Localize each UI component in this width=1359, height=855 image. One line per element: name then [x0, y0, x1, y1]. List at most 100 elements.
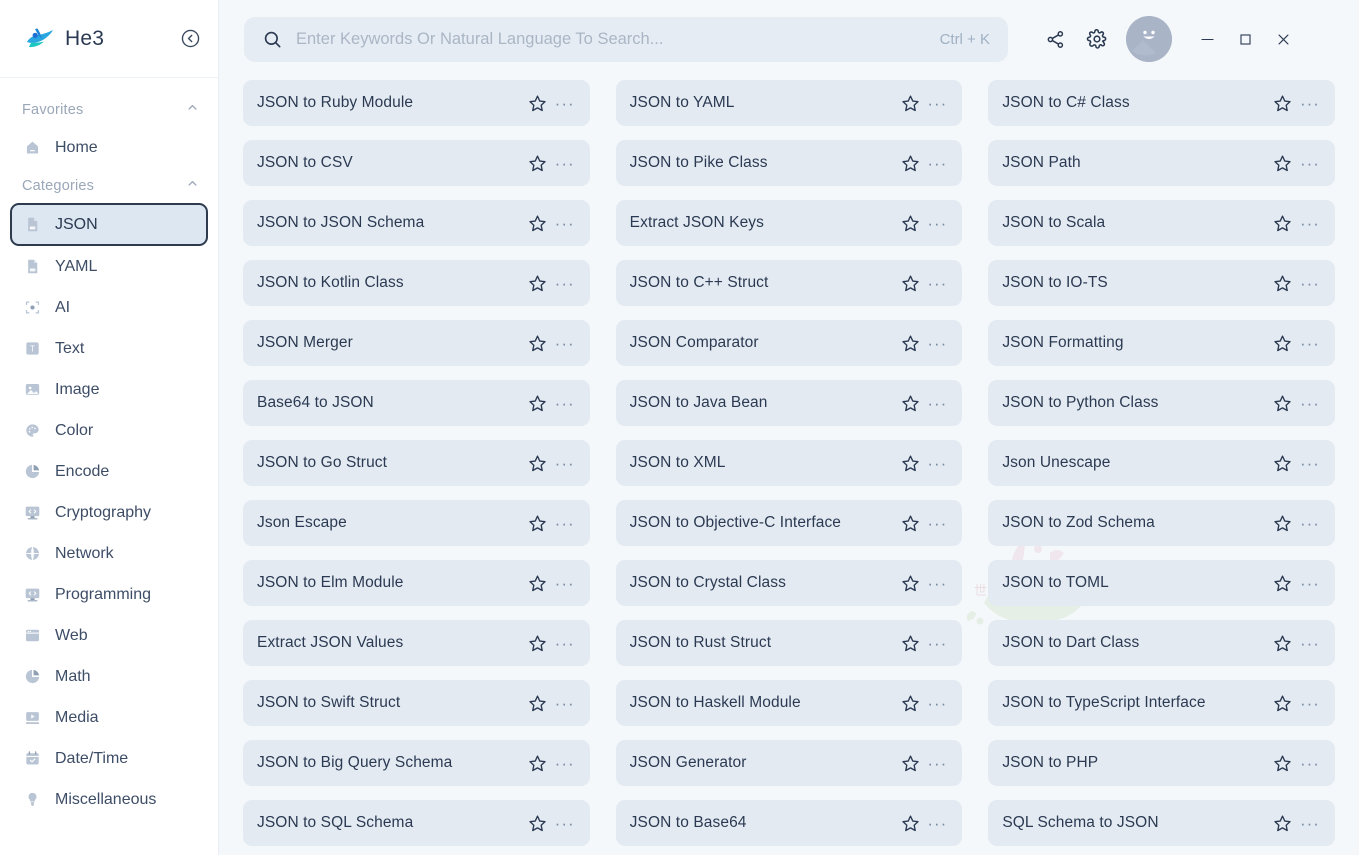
tool-card[interactable]: Json Unescape ···	[988, 440, 1335, 486]
star-outline-icon[interactable]	[898, 571, 922, 595]
ellipsis-icon[interactable]: ···	[1299, 692, 1321, 714]
ellipsis-icon[interactable]: ···	[1299, 452, 1321, 474]
ellipsis-icon[interactable]: ···	[554, 92, 576, 114]
tool-card[interactable]: JSON to Java Bean ···	[615, 380, 963, 426]
ellipsis-icon[interactable]: ···	[1299, 212, 1321, 234]
share-icon[interactable]	[1038, 22, 1072, 56]
ellipsis-icon[interactable]: ···	[926, 512, 948, 534]
tool-card[interactable]: JSON to Swift Struct ···	[243, 680, 590, 726]
star-outline-icon[interactable]	[898, 391, 922, 415]
star-outline-icon[interactable]	[526, 451, 550, 475]
ellipsis-icon[interactable]: ···	[926, 632, 948, 654]
star-outline-icon[interactable]	[1271, 151, 1295, 175]
tool-card[interactable]: Extract JSON Values ···	[243, 620, 590, 666]
ellipsis-icon[interactable]: ···	[926, 572, 948, 594]
ellipsis-icon[interactable]: ···	[554, 452, 576, 474]
ellipsis-icon[interactable]: ···	[554, 512, 576, 534]
star-outline-icon[interactable]	[1271, 271, 1295, 295]
star-outline-icon[interactable]	[1271, 571, 1295, 595]
star-outline-icon[interactable]	[1271, 691, 1295, 715]
tool-card[interactable]: JSON to Ruby Module ···	[243, 80, 590, 126]
sidebar-item-media[interactable]: Media	[10, 697, 208, 738]
tool-card[interactable]: JSON to Go Struct ···	[243, 440, 590, 486]
tool-card[interactable]: JSON to Big Query Schema ···	[243, 740, 590, 786]
star-outline-icon[interactable]	[898, 811, 922, 835]
tool-card[interactable]: JSON to Kotlin Class ···	[243, 260, 590, 306]
star-outline-icon[interactable]	[526, 151, 550, 175]
star-outline-icon[interactable]	[526, 511, 550, 535]
ellipsis-icon[interactable]: ···	[926, 332, 948, 354]
ellipsis-icon[interactable]: ···	[1299, 752, 1321, 774]
star-outline-icon[interactable]	[1271, 91, 1295, 115]
star-outline-icon[interactable]	[898, 151, 922, 175]
avatar[interactable]	[1126, 16, 1172, 62]
star-outline-icon[interactable]	[1271, 451, 1295, 475]
search-input[interactable]	[296, 29, 940, 49]
minimize-icon[interactable]	[1188, 22, 1226, 56]
tool-card[interactable]: JSON to C++ Struct ···	[615, 260, 963, 306]
tool-card[interactable]: JSON Merger ···	[243, 320, 590, 366]
star-outline-icon[interactable]	[526, 751, 550, 775]
star-outline-icon[interactable]	[526, 691, 550, 715]
ellipsis-icon[interactable]: ···	[1299, 812, 1321, 834]
sidebar-item-date-time[interactable]: Date/Time	[10, 738, 208, 779]
ellipsis-icon[interactable]: ···	[926, 752, 948, 774]
maximize-icon[interactable]	[1226, 22, 1264, 56]
sidebar-item-web[interactable]: Web	[10, 615, 208, 656]
tool-card[interactable]: JSON to Scala ···	[988, 200, 1335, 246]
tool-card[interactable]: JSON to IO-TS ···	[988, 260, 1335, 306]
star-outline-icon[interactable]	[526, 91, 550, 115]
ellipsis-icon[interactable]: ···	[554, 632, 576, 654]
tool-card[interactable]: JSON to Python Class ···	[988, 380, 1335, 426]
ellipsis-icon[interactable]: ···	[1299, 632, 1321, 654]
ellipsis-icon[interactable]: ···	[1299, 332, 1321, 354]
tool-card[interactable]: JSON to Crystal Class ···	[615, 560, 963, 606]
sidebar-item-home[interactable]: Home	[10, 127, 208, 168]
star-outline-icon[interactable]	[526, 331, 550, 355]
ellipsis-icon[interactable]: ···	[926, 392, 948, 414]
gear-icon[interactable]	[1080, 22, 1114, 56]
tool-card[interactable]: JSON to Zod Schema ···	[988, 500, 1335, 546]
tool-card[interactable]: JSON to YAML ···	[615, 80, 963, 126]
search-box[interactable]: Ctrl + K	[244, 16, 1008, 62]
ellipsis-icon[interactable]: ···	[1299, 572, 1321, 594]
ellipsis-icon[interactable]: ···	[554, 152, 576, 174]
ellipsis-icon[interactable]: ···	[1299, 272, 1321, 294]
tool-card[interactable]: JSON to SQL Schema ···	[243, 800, 590, 846]
ellipsis-icon[interactable]: ···	[926, 692, 948, 714]
ellipsis-icon[interactable]: ···	[554, 212, 576, 234]
star-outline-icon[interactable]	[898, 271, 922, 295]
star-outline-icon[interactable]	[526, 571, 550, 595]
ellipsis-icon[interactable]: ···	[554, 812, 576, 834]
tool-card[interactable]: JSON to TypeScript Interface ···	[988, 680, 1335, 726]
sidebar-item-miscellaneous[interactable]: Miscellaneous	[10, 779, 208, 820]
sidebar-group-favorites[interactable]: Favorites	[0, 92, 218, 127]
sidebar-item-image[interactable]: Image	[10, 369, 208, 410]
ellipsis-icon[interactable]: ···	[554, 272, 576, 294]
sidebar-item-yaml[interactable]: YAML	[10, 246, 208, 287]
ellipsis-icon[interactable]: ···	[1299, 152, 1321, 174]
tool-card[interactable]: JSON to Base64 ···	[615, 800, 963, 846]
ellipsis-icon[interactable]: ···	[926, 812, 948, 834]
star-outline-icon[interactable]	[526, 391, 550, 415]
tool-card[interactable]: JSON Formatting ···	[988, 320, 1335, 366]
tool-card[interactable]: JSON to CSV ···	[243, 140, 590, 186]
sidebar-item-color[interactable]: Color	[10, 410, 208, 451]
star-outline-icon[interactable]	[898, 751, 922, 775]
tool-card[interactable]: Base64 to JSON ···	[243, 380, 590, 426]
ellipsis-icon[interactable]: ···	[554, 752, 576, 774]
star-outline-icon[interactable]	[526, 631, 550, 655]
sidebar-item-text[interactable]: T Text	[10, 328, 208, 369]
tool-card[interactable]: SQL Schema to JSON ···	[988, 800, 1335, 846]
tool-card[interactable]: Extract JSON Keys ···	[615, 200, 963, 246]
star-outline-icon[interactable]	[898, 91, 922, 115]
star-outline-icon[interactable]	[898, 331, 922, 355]
ellipsis-icon[interactable]: ···	[926, 212, 948, 234]
tool-card[interactable]: JSON to XML ···	[615, 440, 963, 486]
ellipsis-icon[interactable]: ···	[926, 272, 948, 294]
ellipsis-icon[interactable]: ···	[554, 692, 576, 714]
sidebar-collapse-button[interactable]	[178, 27, 202, 51]
star-outline-icon[interactable]	[898, 691, 922, 715]
tool-card[interactable]: JSON to PHP ···	[988, 740, 1335, 786]
tool-card[interactable]: JSON Path ···	[988, 140, 1335, 186]
